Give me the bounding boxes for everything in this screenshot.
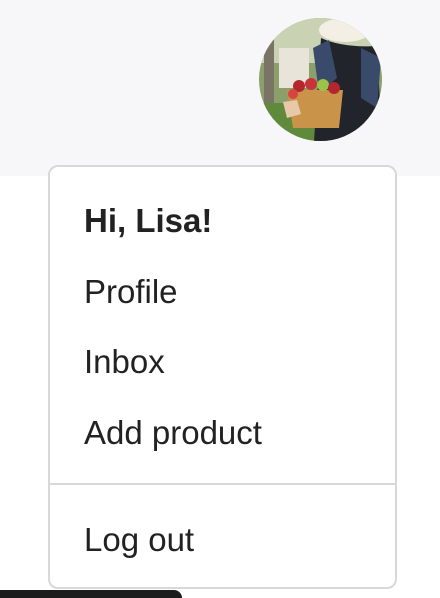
avatar-photo bbox=[259, 18, 382, 141]
bottom-bar bbox=[0, 590, 182, 598]
menu-item-profile[interactable]: Profile bbox=[84, 272, 178, 312]
user-dropdown-menu: Hi, Lisa! Profile Inbox Add product Log … bbox=[48, 165, 397, 589]
menu-divider bbox=[50, 483, 395, 485]
menu-item-inbox[interactable]: Inbox bbox=[84, 342, 165, 382]
menu-item-add-product[interactable]: Add product bbox=[84, 413, 262, 453]
greeting-text: Hi, Lisa! bbox=[84, 202, 213, 239]
user-avatar[interactable] bbox=[259, 18, 382, 141]
menu-item-log-out[interactable]: Log out bbox=[84, 520, 194, 560]
